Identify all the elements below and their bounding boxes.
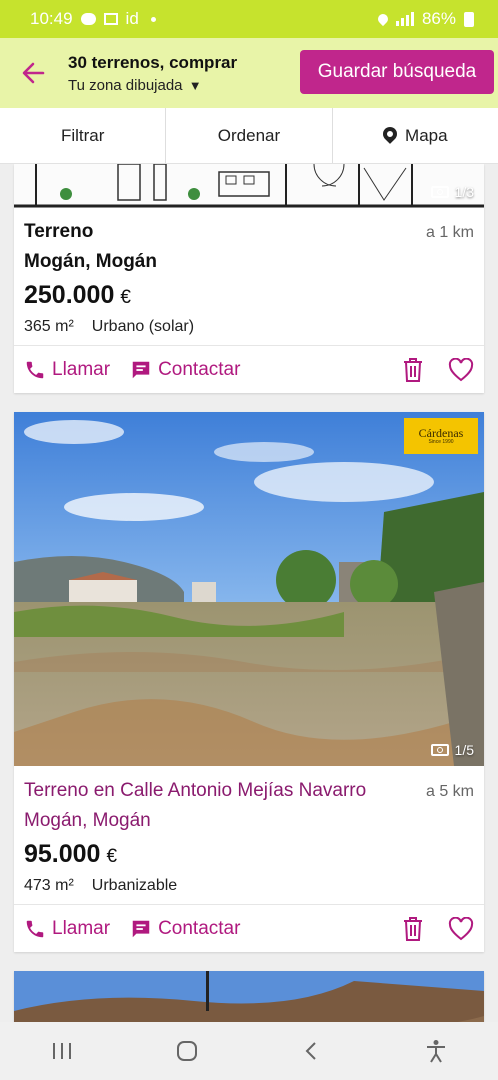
- call-label: Llamar: [52, 917, 111, 939]
- listing-currency: €: [106, 846, 118, 867]
- trash-icon[interactable]: [402, 916, 424, 942]
- photo-counter: 1/3: [430, 184, 474, 200]
- status-time: 10:49: [30, 9, 73, 28]
- contact-button[interactable]: Contactar: [130, 359, 240, 381]
- recent-apps-icon: [53, 1043, 72, 1059]
- listing-photo[interactable]: 1/3: [14, 164, 484, 208]
- message-icon: [132, 361, 150, 378]
- listing-scroll-area[interactable]: 1/3 Terreno a 1 km Mogán, Mogán 250.000 …: [0, 164, 498, 1022]
- listing-price: 250.000: [24, 281, 115, 309]
- filter-toolbar: Filtrar Ordenar Mapa: [0, 108, 498, 164]
- call-button[interactable]: Llamar: [24, 359, 110, 381]
- gallery-notification-icon: [103, 13, 118, 25]
- listing-area: 365 m²: [24, 318, 74, 335]
- map-pin-icon: [380, 123, 400, 144]
- listing-photo[interactable]: [14, 971, 484, 1022]
- back-button[interactable]: [18, 58, 50, 88]
- save-search-button[interactable]: Guardar búsqueda: [300, 50, 494, 94]
- filter-button[interactable]: Filtrar: [0, 108, 165, 163]
- floor-plan-image: [14, 164, 484, 208]
- page-title: 30 terrenos, comprar: [68, 53, 238, 72]
- listing-card[interactable]: Cárdenas Since 1990 1/5 Terreno en Calle…: [14, 412, 484, 952]
- listing-location: Mogán, Mogán: [24, 251, 157, 272]
- phone-icon: [26, 361, 44, 378]
- home-button[interactable]: [157, 1040, 217, 1062]
- app-header: 30 terrenos, comprar Tu zona dibujada ▼ …: [0, 38, 498, 108]
- listing-info: Terreno a 1 km Mogán, Mogán 250.000 € 36…: [24, 221, 474, 336]
- listing-type: Urbanizable: [91, 877, 178, 894]
- agency-logo: Cárdenas Since 1990: [404, 418, 478, 454]
- contact-label: Contactar: [158, 917, 241, 939]
- listing-distance: a 5 km: [425, 783, 474, 800]
- listing-title[interactable]: Terreno en Calle Antonio Mejías Navarro: [24, 780, 366, 802]
- photo-count: 1/5: [454, 742, 474, 758]
- battery-icon: [464, 11, 474, 27]
- home-icon: [176, 1041, 197, 1061]
- listing-location[interactable]: Mogán, Mogán: [24, 810, 474, 832]
- chevron-left-icon: [305, 1042, 316, 1060]
- system-nav-bar: [0, 1022, 498, 1080]
- photo-count: 1/3: [454, 184, 474, 200]
- status-bar: 10:49 id 86%: [0, 0, 498, 38]
- listing-title[interactable]: Terreno: [24, 221, 93, 243]
- contact-button[interactable]: Contactar: [130, 918, 240, 940]
- more-notifications-icon: [150, 16, 156, 22]
- listing-card[interactable]: 1/3 Terreno a 1 km Mogán, Mogán 250.000 …: [14, 164, 484, 393]
- carrier-label: id: [125, 9, 139, 28]
- listing-price: 95.000: [24, 840, 101, 868]
- location-icon: [375, 11, 391, 27]
- listing-photo[interactable]: Cárdenas Since 1990 1/5: [14, 412, 484, 766]
- battery-percent: 86%: [421, 9, 456, 28]
- listing-type: Urbano (solar): [91, 318, 195, 335]
- agency-logo-sub: Since 1990: [428, 439, 454, 445]
- listing-actions: Llamar Contactar: [14, 904, 484, 952]
- listing-currency: €: [120, 287, 131, 308]
- accessibility-button[interactable]: [406, 1039, 466, 1063]
- listing-area: 473 m²: [24, 877, 74, 894]
- filter-label: Filtrar: [60, 125, 105, 145]
- photo-counter: 1/5: [430, 742, 474, 758]
- phone-icon: [26, 920, 44, 937]
- listing-actions: Llamar Contactar: [14, 345, 484, 393]
- heart-icon[interactable]: [448, 357, 474, 382]
- recent-apps-button[interactable]: [32, 1041, 92, 1061]
- call-button[interactable]: Llamar: [24, 918, 110, 940]
- back-nav-button[interactable]: [281, 1040, 341, 1062]
- accessibility-icon: [426, 1040, 445, 1063]
- zone-dropdown[interactable]: Tu zona dibujada ▼: [68, 77, 202, 94]
- contact-label: Contactar: [158, 358, 241, 380]
- map-button[interactable]: Mapa: [331, 108, 498, 163]
- listing-card[interactable]: [14, 971, 484, 1022]
- listing-distance: a 1 km: [425, 224, 474, 241]
- sort-label: Ordenar: [217, 125, 281, 145]
- agency-logo-text: Cárdenas: [418, 426, 464, 440]
- chat-notification-icon: [80, 13, 96, 25]
- arrow-left-icon: [22, 62, 45, 84]
- message-icon: [132, 920, 150, 937]
- trash-icon[interactable]: [402, 357, 424, 383]
- listing-info: Terreno en Calle Antonio Mejías Navarro …: [24, 780, 474, 895]
- zone-label: Tu zona dibujada: [68, 77, 183, 94]
- caret-down-icon: ▼: [188, 78, 202, 93]
- map-label: Mapa: [405, 125, 448, 145]
- camera-icon: [430, 744, 449, 756]
- land-photo-image: [14, 412, 484, 766]
- call-label: Llamar: [52, 358, 111, 380]
- signal-icon: [395, 12, 414, 26]
- sort-button[interactable]: Ordenar: [165, 108, 331, 163]
- camera-icon: [430, 186, 449, 198]
- heart-icon[interactable]: [448, 916, 474, 941]
